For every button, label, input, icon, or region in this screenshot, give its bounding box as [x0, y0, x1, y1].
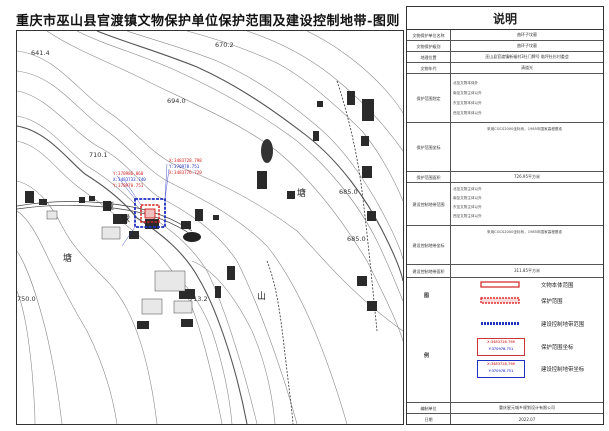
protection-area-row: 保护范围面积 726.95平方米 [407, 172, 603, 183]
date-row: 日期 2022.07 [407, 414, 603, 424]
place-label: 塘 [297, 187, 306, 199]
topographic-map[interactable]: X:3483728.798 Y:370978.751 X:3483776.720… [16, 30, 404, 425]
elevation-label: 750.0 [17, 295, 36, 303]
map-coord: X:3483733.740 [113, 177, 146, 182]
control-area-row: 建设控制地带面积 311.85平方米 [407, 265, 603, 278]
elevation-label: 713.2 [189, 295, 208, 303]
legend-row: 文物保护级别 曲环子坟墓 [407, 41, 603, 52]
map-coord: Y:370978.751 [113, 183, 144, 188]
control-coord-symbol: X:3483728.798 Y:370978.751 [477, 360, 525, 378]
place-label: 垭 [105, 200, 114, 212]
legend-title: 说明 [407, 7, 603, 30]
protection-coord-symbol: X:3483728.798 Y:370978.751 [477, 338, 525, 356]
legend-item-label: 保护范围 [541, 299, 563, 305]
elevation-label: 641.4 [31, 49, 50, 57]
map-canvas: X:3483728.798 Y:370978.751 X:3483776.720… [17, 31, 403, 424]
map-coord: Y:370986.868 [113, 171, 144, 176]
map-coord: X:3483728.798 [169, 158, 202, 163]
legend-item-label: 建设控制地带坐标 [541, 367, 585, 373]
map-coord: Y:370978.751 [169, 164, 200, 169]
legend-item-label: 保护范围坐标 [541, 345, 574, 351]
legend-figure-label: 图 [424, 293, 430, 299]
protection-range-symbol [480, 297, 520, 304]
control-zone-symbol [481, 322, 519, 325]
legend-item-label: 建设控制地带范围 [541, 322, 585, 328]
legend-row: 地理位置 巫山县官渡镇新福村3社门牌号 临坪杜杉村委会 [407, 52, 603, 63]
relic-body [144, 208, 156, 219]
control-range-row: 建设控制地带范围 [407, 183, 603, 226]
unit-row: 编制单位 重庆星元城乡规划设计有限公司 [407, 403, 603, 414]
relic-body-symbol [480, 281, 520, 288]
legend-item-label: 文物本体范围 [541, 283, 574, 289]
protection-range-row: 保护范围划定 [407, 74, 603, 123]
legend-figure-label: 例 [424, 353, 430, 359]
elevation-label: 694.0 [167, 97, 186, 105]
legend-row: 文物年代 清道光 [407, 63, 603, 74]
map-coord: X:3483776.720 [169, 170, 202, 175]
place-label: 山 [257, 291, 266, 302]
place-label: 塘 [63, 252, 72, 264]
elevation-label: 710.1 [89, 151, 108, 159]
place-label: 球 [121, 213, 130, 225]
page-title: 重庆市巫山县官渡镇文物保护单位保护范围及建设控制地带-图则 [16, 14, 400, 29]
elevation-label: 685.0 [339, 188, 358, 196]
elevation-label: 670.2 [215, 41, 234, 49]
legend-row: 文物保护单位名称 曲环子坟墓 [407, 30, 603, 41]
elevation-label: 685.0 [347, 235, 366, 243]
